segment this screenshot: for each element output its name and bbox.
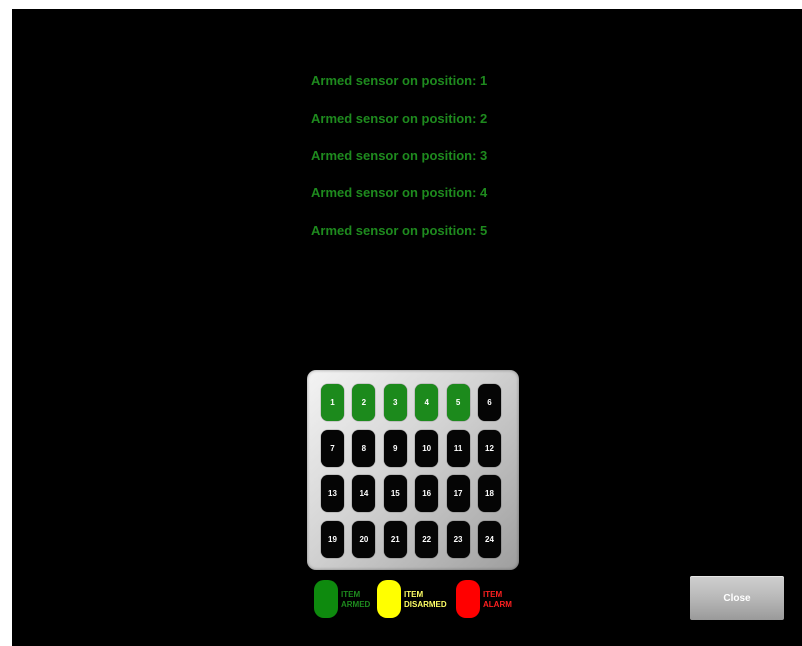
- sensor-button[interactable]: 21: [383, 520, 407, 558]
- sensor-button[interactable]: 16: [415, 475, 439, 512]
- sensor-button[interactable]: 3: [383, 384, 407, 421]
- sensor-button[interactable]: 20: [352, 520, 376, 558]
- legend-armed-swatch: [314, 580, 338, 618]
- sensor-button[interactable]: 14: [352, 475, 376, 512]
- message-line: Armed sensor on position: 2: [311, 111, 488, 126]
- sensor-button[interactable]: 8: [352, 429, 376, 467]
- sensor-button[interactable]: 22: [415, 520, 439, 558]
- legend-disarmed-line1: ITEM: [404, 590, 424, 599]
- sensor-button[interactable]: 5: [446, 384, 470, 421]
- sensor-button[interactable]: 23: [446, 520, 470, 558]
- sensor-button[interactable]: 11: [446, 429, 470, 467]
- sensor-button[interactable]: 24: [477, 520, 501, 558]
- legend-disarmed-line2: DISARMED: [404, 600, 447, 609]
- sensor-button[interactable]: 18: [477, 475, 501, 512]
- legend-armed-line2: ARMED: [341, 600, 371, 609]
- message-line: Armed sensor on position: 5: [311, 223, 488, 238]
- legend-armed-line1: ITEM: [341, 590, 361, 599]
- legend-alarm-swatch: [456, 580, 480, 618]
- sensor-panel: 1 2 3 4 5 6 7 8 9 10 11 12 13 14 15 16 17 18 19 20 21 22 23 24: [307, 370, 519, 570]
- sensor-button[interactable]: 13: [321, 475, 344, 512]
- sensor-button[interactable]: 10: [415, 429, 439, 467]
- legend-alarm-line2: ALARM: [483, 600, 512, 609]
- sensor-button[interactable]: 19: [321, 520, 344, 558]
- legend-alarm-label: ITEM ALARM: [483, 590, 512, 610]
- sensor-button[interactable]: 4: [415, 384, 439, 421]
- sensor-button[interactable]: 9: [383, 429, 407, 467]
- message-line: Armed sensor on position: 3: [311, 148, 488, 163]
- message-line: Armed sensor on position: 1: [311, 73, 488, 88]
- sensor-button[interactable]: 17: [446, 475, 470, 512]
- sensor-button[interactable]: 6: [477, 384, 501, 421]
- sensor-button[interactable]: 12: [477, 429, 501, 467]
- sensor-button[interactable]: 15: [383, 475, 407, 512]
- legend-alarm-line1: ITEM: [483, 590, 503, 599]
- legend-disarmed-label: ITEM DISARMED: [404, 590, 447, 610]
- sensor-grid: 1 2 3 4 5 6 7 8 9 10 11 12 13 14 15 16 17 18 19 20 21 22 23 24: [321, 384, 501, 558]
- sensor-button[interactable]: 1: [321, 384, 344, 421]
- legend-disarmed-swatch: [377, 580, 401, 618]
- sensor-button[interactable]: 2: [352, 384, 376, 421]
- legend-armed-label: ITEM ARMED: [341, 590, 370, 610]
- sensor-button[interactable]: 7: [321, 429, 344, 467]
- close-button[interactable]: Close: [690, 576, 784, 620]
- message-line: Armed sensor on position: 4: [311, 185, 488, 200]
- alarm-screen: Armed sensor on position: 1 Armed sensor…: [12, 9, 802, 646]
